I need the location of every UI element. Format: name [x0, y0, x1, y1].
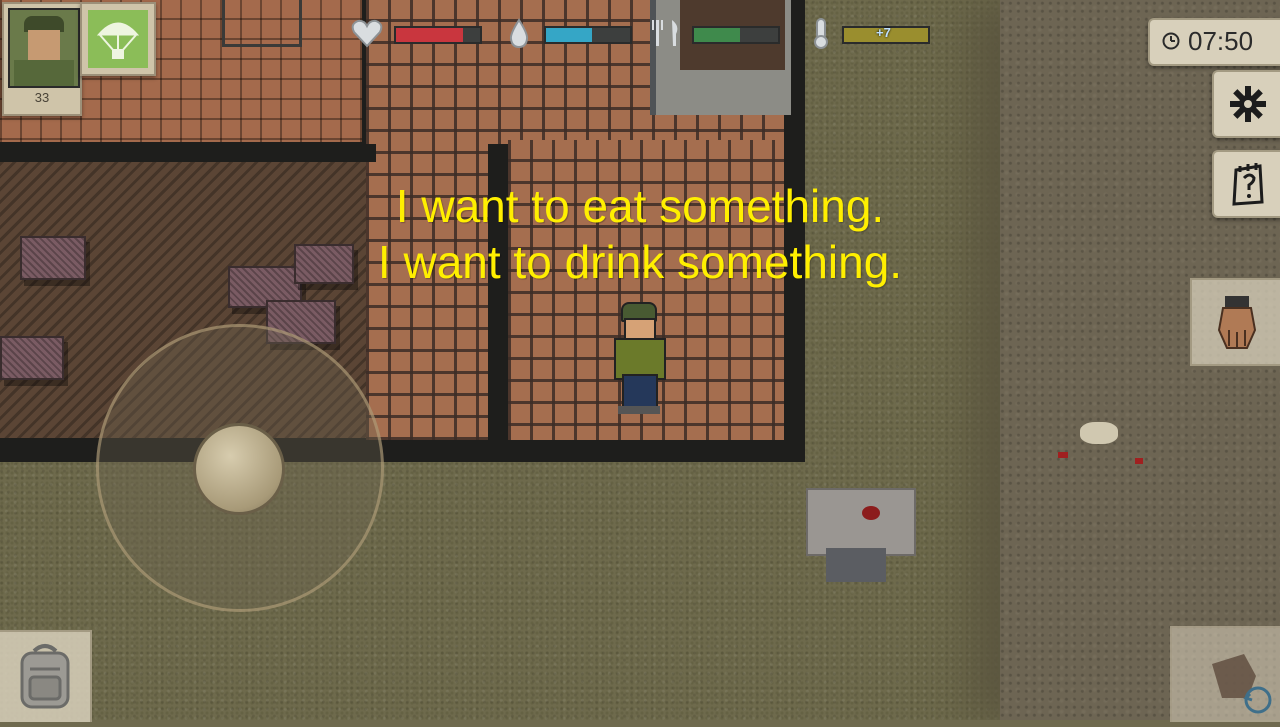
thirst-bar — [544, 26, 632, 44]
backpack-icon — [20, 644, 70, 709]
interact-button[interactable] — [1190, 278, 1280, 366]
airdrop-button[interactable] — [80, 2, 156, 76]
clock-icon — [1162, 32, 1180, 50]
gear-icon — [1230, 86, 1266, 122]
thought-line-drink: I want to drink something. — [377, 236, 903, 288]
avatar — [8, 8, 80, 88]
character-thought-text: I want to eat something. I want to drink… — [300, 178, 980, 290]
shelf[interactable] — [222, 0, 302, 47]
quests-button[interactable] — [1212, 150, 1280, 218]
hunger-fill — [694, 28, 741, 42]
health-fill — [396, 28, 464, 42]
hunger-bar — [692, 26, 780, 44]
blood-stain — [862, 506, 880, 520]
inner-wall-horizontal — [0, 144, 376, 162]
heart-icon — [351, 19, 383, 48]
health-stat — [350, 16, 482, 50]
thought-line-eat: I want to eat something. — [395, 180, 885, 232]
parachute-icon — [96, 22, 140, 59]
swap-icon — [1212, 654, 1272, 714]
player-boots — [618, 406, 660, 414]
joystick-knob[interactable] — [193, 423, 285, 515]
corpse-legs — [826, 548, 886, 582]
health-bar — [394, 26, 482, 44]
temperature-value: +7 — [876, 25, 891, 40]
thermometer-icon — [814, 18, 828, 49]
inventory-button[interactable] — [0, 630, 92, 722]
blood-drop — [1135, 458, 1143, 464]
table[interactable] — [20, 236, 86, 280]
notepad-icon — [1232, 163, 1264, 206]
settings-button[interactable] — [1212, 70, 1280, 138]
character-portrait-button[interactable]: 33 — [2, 2, 82, 116]
debris[interactable] — [1080, 422, 1118, 444]
movement-joystick[interactable] — [96, 324, 384, 612]
thirst-stat — [502, 16, 632, 50]
player-level: 33 — [34, 90, 50, 105]
corpse[interactable] — [806, 488, 916, 556]
hand-icon — [1217, 296, 1257, 349]
game-clock: 07:50 — [1148, 18, 1280, 66]
temperature-stat: +7 — [804, 16, 932, 50]
table[interactable] — [0, 336, 64, 380]
clock-time: 07:50 — [1188, 26, 1254, 56]
fork-knife-icon — [652, 20, 678, 46]
thirst-fill — [546, 28, 593, 42]
blood-drop — [1058, 452, 1068, 458]
player-character — [608, 302, 668, 414]
swap-weapon-button[interactable] — [1170, 626, 1280, 722]
hunger-stat — [650, 16, 780, 50]
water-drop-icon — [509, 18, 529, 49]
